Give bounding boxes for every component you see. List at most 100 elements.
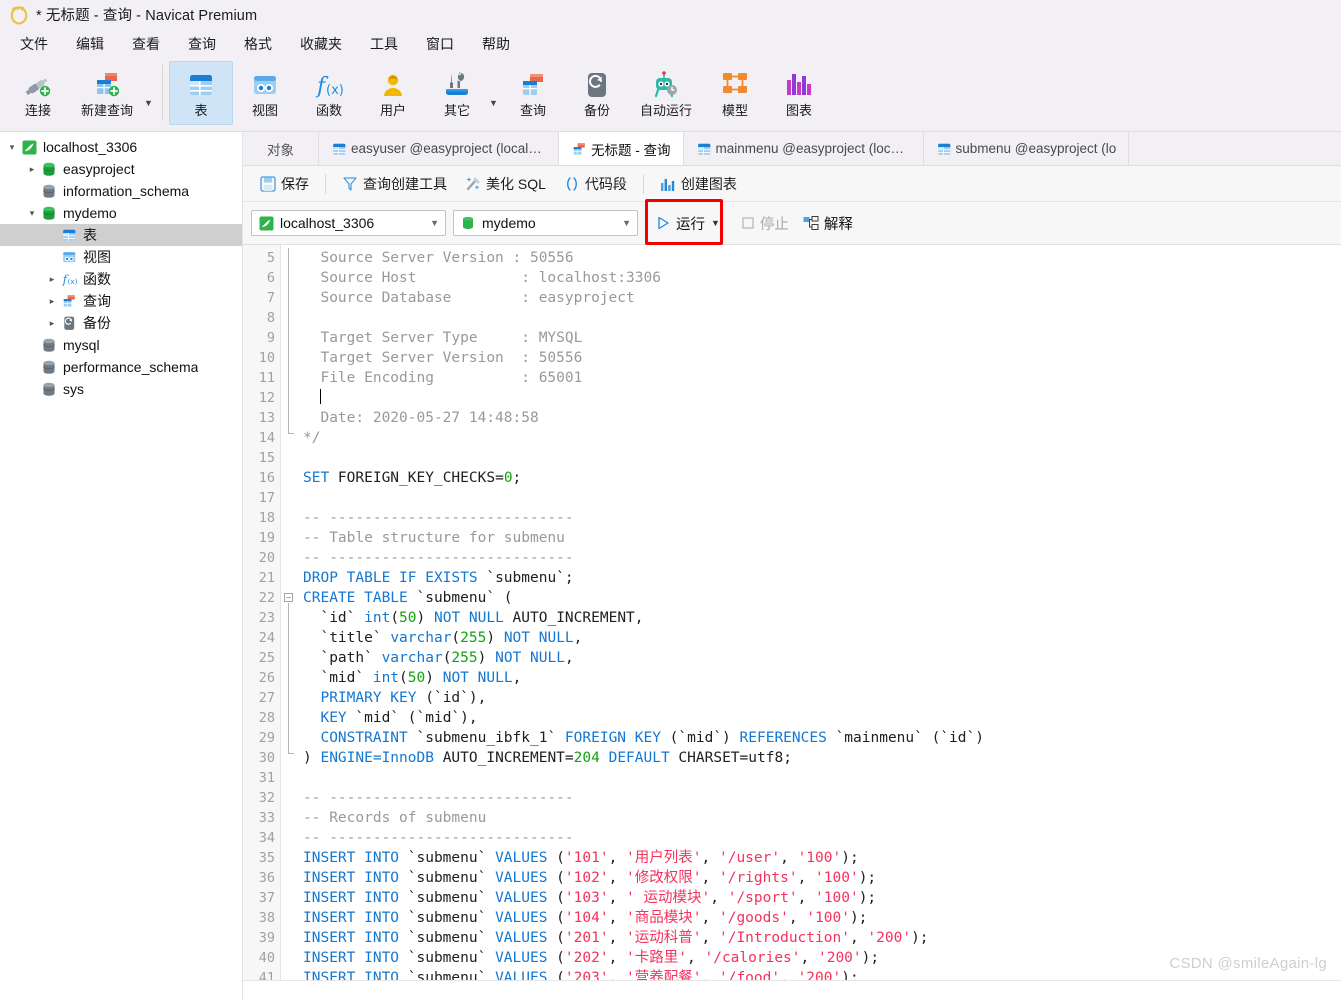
chevron-right-icon[interactable]: ▸ xyxy=(24,164,40,175)
explain-button[interactable]: 解释 xyxy=(797,209,859,238)
code-line[interactable]: File Encoding : 65001 xyxy=(295,368,1341,388)
code-line[interactable]: PRIMARY KEY (`id`), xyxy=(295,688,1341,708)
editor-tab-0[interactable]: 对象 xyxy=(243,132,319,165)
code-line[interactable]: -- ---------------------------- xyxy=(295,788,1341,808)
editor-tab-4[interactable]: submenu @easyproject (lo xyxy=(924,132,1130,165)
tree-node-easyproject[interactable]: ▸ easyproject xyxy=(0,158,242,180)
tree-node-sys[interactable]: sys xyxy=(0,378,242,400)
menu-tools[interactable]: 工具 xyxy=(356,31,412,57)
ribbon-button-model[interactable]: 模型 xyxy=(703,61,767,125)
menu-window[interactable]: 窗口 xyxy=(412,31,468,57)
code-line[interactable]: */ xyxy=(295,428,1341,448)
code-line[interactable]: Source Server Version : 50556 xyxy=(295,248,1341,268)
ribbon-button-connection[interactable]: 连接 xyxy=(6,61,70,125)
code-line[interactable]: -- Records of submenu xyxy=(295,808,1341,828)
menu-edit[interactable]: 编辑 xyxy=(62,31,118,57)
chevron-down-icon[interactable]: ▼ xyxy=(622,218,631,228)
database-tree-sidebar[interactable]: ▾ localhost_3306 ▸ easyproject information_s… xyxy=(0,132,243,999)
tree-node-information_schema[interactable]: information_schema xyxy=(0,180,242,202)
tree-node-item4[interactable]: 表 xyxy=(0,224,242,246)
tree-node-item7[interactable]: ▸ 查询 xyxy=(0,290,242,312)
connection-value: localhost_3306 xyxy=(280,215,375,231)
code-line[interactable]: Source Database : easyproject xyxy=(295,288,1341,308)
code-line[interactable]: Target Server Type : MYSQL xyxy=(295,328,1341,348)
code-line[interactable]: `path` varchar(255) NOT NULL, xyxy=(295,648,1341,668)
ribbon-button-view[interactable]: 视图 xyxy=(233,61,297,125)
chevron-down-icon[interactable]: ▾ xyxy=(24,208,40,219)
code-line[interactable]: `mid` int(50) NOT NULL, xyxy=(295,668,1341,688)
code-line[interactable]: INSERT INTO `submenu` VALUES ('201', '运动… xyxy=(295,928,1341,948)
chevron-down-icon[interactable]: ▼ xyxy=(430,218,439,228)
query-toolbar-query-builder[interactable]: 查询创建工具 xyxy=(333,170,456,198)
run-button[interactable]: 运行 ▼ xyxy=(648,209,728,238)
code-line[interactable]: INSERT INTO `submenu` VALUES ('101', '用户… xyxy=(295,848,1341,868)
code-line[interactable]: INSERT INTO `submenu` VALUES ('102', '修改… xyxy=(295,868,1341,888)
chevron-right-icon[interactable]: ▸ xyxy=(44,274,60,285)
code-line[interactable]: SET FOREIGN_KEY_CHECKS=0; xyxy=(295,468,1341,488)
ribbon-button-new-query[interactable]: 新建查询 xyxy=(70,61,144,125)
code-line[interactable]: Date: 2020-05-27 14:48:58 xyxy=(295,408,1341,428)
chevron-down-icon[interactable]: ▾ xyxy=(4,142,20,153)
code-line[interactable] xyxy=(295,488,1341,508)
ribbon-button-query[interactable]: 查询 xyxy=(501,61,565,125)
code-line[interactable]: CONSTRAINT `submenu_ibfk_1` FOREIGN KEY … xyxy=(295,728,1341,748)
tree-node-item8[interactable]: ▸ 备份 xyxy=(0,312,242,334)
ribbon-button-function[interactable]: f (x) 函数 xyxy=(297,61,361,125)
code-line[interactable] xyxy=(295,768,1341,788)
code-line[interactable]: INSERT INTO `submenu` VALUES ('104', '商品… xyxy=(295,908,1341,928)
tree-node-mydemo[interactable]: ▾ mydemo xyxy=(0,202,242,224)
editor-tab-3[interactable]: mainmenu @easyproject (local... xyxy=(684,132,924,165)
code-line[interactable]: DROP TABLE IF EXISTS `submenu`; xyxy=(295,568,1341,588)
menu-file[interactable]: 文件 xyxy=(6,31,62,57)
menu-format[interactable]: 格式 xyxy=(230,31,286,57)
chevron-right-icon[interactable]: ▸ xyxy=(44,318,60,329)
code-line[interactable] xyxy=(295,388,1341,408)
sql-code-content[interactable]: Source Server Version : 50556 Source Hos… xyxy=(295,245,1341,980)
sql-editor[interactable]: 5 6 7 8 9 10 11 12 13 14 15 16 17 18 19 20 21 22 23 24 25 26 2… xyxy=(243,245,1341,980)
code-line[interactable]: -- ---------------------------- xyxy=(295,508,1341,528)
chevron-down-icon[interactable]: ▼ xyxy=(711,218,720,228)
query-toolbar-beautify-sql[interactable]: 美化 SQL xyxy=(456,170,555,198)
tree-node-item6[interactable]: ▸ f (x) 函数 xyxy=(0,268,242,290)
code-line[interactable]: ) ENGINE=InnoDB AUTO_INCREMENT=204 DEFAU… xyxy=(295,748,1341,768)
tree-node-mysql[interactable]: mysql xyxy=(0,334,242,356)
menu-query[interactable]: 查询 xyxy=(174,31,230,57)
ribbon-button-table[interactable]: 表 xyxy=(169,61,233,125)
editor-tab-1[interactable]: easyuser @easyproject (localh... xyxy=(319,132,559,165)
menu-view[interactable]: 查看 xyxy=(118,31,174,57)
ribbon-button-user[interactable]: 用户 xyxy=(361,61,425,125)
code-line[interactable]: INSERT INTO `submenu` VALUES ('103', ' 运… xyxy=(295,888,1341,908)
code-line[interactable] xyxy=(295,308,1341,328)
query-toolbar-code-snippet[interactable]: 代码段 xyxy=(555,170,636,198)
code-fold-column[interactable]: – xyxy=(281,245,295,980)
ribbon-button-automation[interactable]: 自动运行 xyxy=(629,61,703,125)
editor-tab-bar[interactable]: 对象 easyuser @easyproject (localh... 无标题 - … xyxy=(243,132,1341,166)
fold-toggle-create-table[interactable]: – xyxy=(284,593,293,602)
code-line[interactable]: Target Server Version : 50556 xyxy=(295,348,1341,368)
code-line[interactable]: Source Host : localhost:3306 xyxy=(295,268,1341,288)
code-line[interactable]: -- ---------------------------- xyxy=(295,828,1341,848)
menu-help[interactable]: 帮助 xyxy=(468,31,524,57)
ribbon-button-backup[interactable]: 备份 xyxy=(565,61,629,125)
code-line[interactable]: CREATE TABLE `submenu` ( xyxy=(295,588,1341,608)
menu-favorites[interactable]: 收藏夹 xyxy=(286,31,356,57)
chevron-down-icon[interactable]: ▼ xyxy=(144,98,156,108)
database-select[interactable]: mydemo ▼ xyxy=(453,210,638,236)
connection-select[interactable]: localhost_3306 ▼ xyxy=(251,210,446,236)
code-line[interactable]: -- Table structure for submenu xyxy=(295,528,1341,548)
chevron-down-icon[interactable]: ▼ xyxy=(489,98,501,108)
ribbon-button-other-tools[interactable]: 其它 xyxy=(425,61,489,125)
query-toolbar-save[interactable]: 保存 xyxy=(251,170,318,198)
code-line[interactable]: KEY `mid` (`mid`), xyxy=(295,708,1341,728)
code-line[interactable]: `title` varchar(255) NOT NULL, xyxy=(295,628,1341,648)
code-line[interactable] xyxy=(295,448,1341,468)
tree-node-item5[interactable]: 视图 xyxy=(0,246,242,268)
chevron-right-icon[interactable]: ▸ xyxy=(44,296,60,307)
code-line[interactable]: `id` int(50) NOT NULL AUTO_INCREMENT, xyxy=(295,608,1341,628)
tree-node-performance_schema[interactable]: performance_schema xyxy=(0,356,242,378)
query-toolbar-create-chart[interactable]: 创建图表 xyxy=(651,170,746,198)
ribbon-button-chart[interactable]: 图表 xyxy=(767,61,831,125)
code-line[interactable]: -- ---------------------------- xyxy=(295,548,1341,568)
editor-tab-2[interactable]: 无标题 - 查询 xyxy=(559,132,684,165)
tree-node-localhost_3306[interactable]: ▾ localhost_3306 xyxy=(0,136,242,158)
